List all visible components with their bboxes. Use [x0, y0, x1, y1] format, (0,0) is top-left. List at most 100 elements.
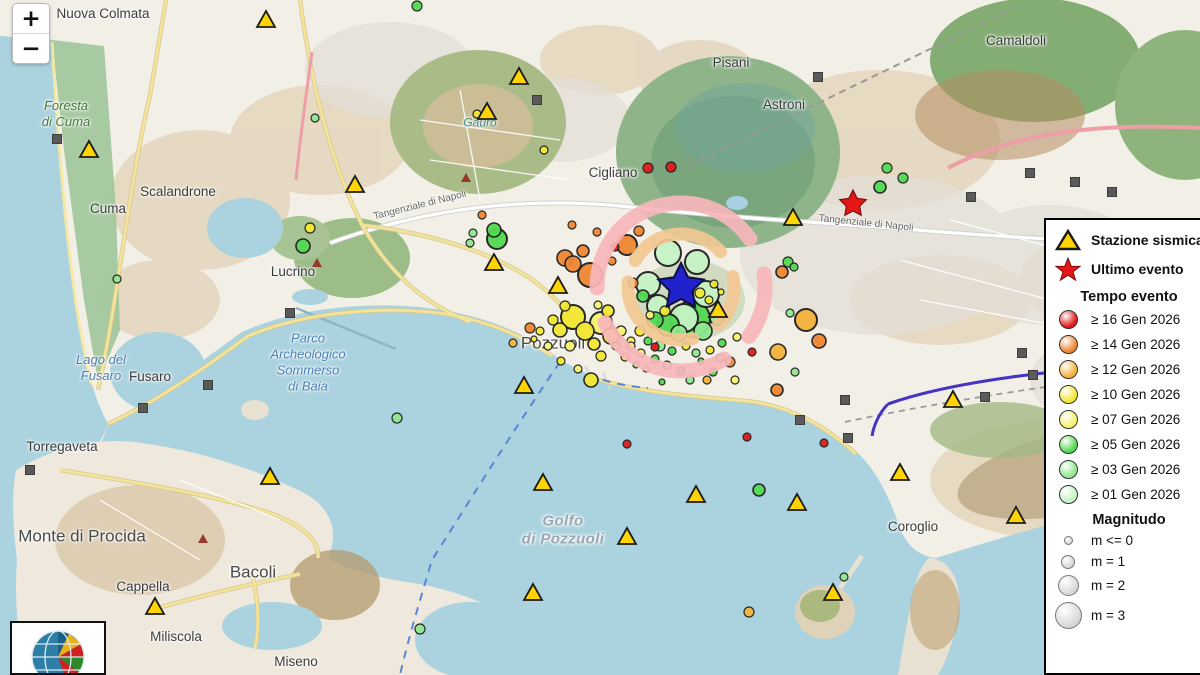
event-circle[interactable] [718, 339, 726, 347]
event-circle[interactable] [646, 311, 654, 319]
event-circle[interactable] [574, 365, 582, 373]
station-icon[interactable] [257, 11, 275, 27]
event-circle[interactable] [311, 114, 319, 122]
event-circle[interactable] [744, 607, 754, 617]
event-circle[interactable] [560, 301, 570, 311]
station-icon[interactable] [1007, 507, 1025, 523]
zoom-in-button[interactable]: + [13, 4, 49, 33]
event-circle[interactable] [584, 373, 598, 387]
station-square-icon [1029, 371, 1038, 380]
event-circle[interactable] [812, 334, 826, 348]
event-circle[interactable] [898, 173, 908, 183]
event-circle[interactable] [637, 290, 649, 302]
event-circle[interactable] [651, 343, 659, 351]
station-icon[interactable] [891, 464, 909, 480]
event-circle[interactable] [743, 433, 751, 441]
event-circle[interactable] [557, 357, 565, 365]
event-circle[interactable] [548, 315, 558, 325]
event-circle[interactable] [660, 306, 670, 316]
event-circle[interactable] [576, 322, 594, 340]
ingv-globe-icon [25, 623, 91, 675]
event-circle[interactable] [692, 349, 700, 357]
station-icon[interactable] [534, 474, 552, 490]
station-square-icon [1018, 349, 1027, 358]
station-icon[interactable] [485, 254, 503, 270]
event-circle[interactable] [731, 376, 739, 384]
station-icon[interactable] [515, 377, 533, 393]
station-icon[interactable] [788, 494, 806, 510]
event-circle[interactable] [820, 439, 828, 447]
event-circle[interactable] [733, 333, 741, 341]
event-circle[interactable] [415, 624, 425, 634]
station-icon[interactable] [784, 209, 802, 225]
event-circle[interactable] [531, 336, 537, 342]
event-circle[interactable] [536, 327, 544, 335]
event-circle[interactable] [509, 339, 517, 347]
event-circle[interactable] [594, 301, 602, 309]
event-circle[interactable] [748, 348, 756, 356]
event-circle[interactable] [392, 413, 402, 423]
event-circle[interactable] [305, 223, 315, 233]
last-event-star[interactable] [840, 190, 867, 215]
event-circle[interactable] [565, 341, 575, 351]
event-circle[interactable] [577, 245, 589, 257]
event-circle[interactable] [296, 239, 310, 253]
event-circle[interactable] [487, 223, 501, 237]
event-circle[interactable] [685, 250, 709, 274]
event-circle[interactable] [593, 228, 601, 236]
event-circle[interactable] [668, 347, 676, 355]
map[interactable]: Nuova ColmataForesta di CumaCumaScalandr… [0, 0, 1200, 675]
station-icon[interactable] [824, 584, 842, 600]
station-square-icon [204, 381, 213, 390]
event-circle[interactable] [540, 146, 548, 154]
station-icon[interactable] [261, 468, 279, 484]
event-circle[interactable] [695, 288, 705, 298]
event-circle[interactable] [469, 229, 477, 237]
event-circle[interactable] [882, 163, 892, 173]
event-circle[interactable] [525, 323, 535, 333]
event-circle[interactable] [710, 280, 718, 288]
event-circle[interactable] [478, 211, 486, 219]
event-circle[interactable] [791, 368, 799, 376]
event-circle[interactable] [706, 346, 714, 354]
event-circle[interactable] [544, 342, 552, 350]
event-circle[interactable] [588, 338, 600, 350]
event-circle[interactable] [776, 266, 788, 278]
event-circle[interactable] [786, 309, 794, 317]
event-circle[interactable] [770, 344, 786, 360]
event-circle[interactable] [795, 309, 817, 331]
event-circle[interactable] [412, 1, 422, 11]
station-icon[interactable] [510, 68, 528, 84]
station-icon[interactable] [944, 391, 962, 407]
event-circle[interactable] [659, 379, 665, 385]
event-circle[interactable] [568, 221, 576, 229]
station-icon[interactable] [524, 584, 542, 600]
event-circle[interactable] [466, 239, 474, 247]
station-icon[interactable] [478, 103, 496, 119]
event-circle[interactable] [718, 289, 724, 295]
event-circle[interactable] [666, 162, 676, 172]
time-circle-icon [1054, 460, 1082, 479]
event-circle[interactable] [623, 440, 631, 448]
event-circle[interactable] [643, 163, 653, 173]
legend-time-header: Tempo evento [1046, 289, 1200, 305]
event-circle[interactable] [113, 275, 121, 283]
event-circle[interactable] [840, 573, 848, 581]
station-icon[interactable] [346, 176, 364, 192]
event-circle[interactable] [771, 384, 783, 396]
event-circle[interactable] [790, 263, 798, 271]
event-circle[interactable] [634, 226, 644, 236]
station-icon[interactable] [618, 528, 636, 544]
event-circle[interactable] [596, 351, 606, 361]
legend-time-item: ≥ 10 Gen 2026 [1046, 382, 1200, 407]
station-icon[interactable] [146, 598, 164, 614]
station-icon[interactable] [80, 141, 98, 157]
zoom-out-button[interactable]: − [13, 34, 49, 63]
event-circle[interactable] [874, 181, 886, 193]
event-circle[interactable] [703, 376, 711, 384]
event-circle[interactable] [565, 256, 581, 272]
event-circle[interactable] [753, 484, 765, 496]
event-circle[interactable] [705, 296, 713, 304]
station-icon[interactable] [549, 277, 567, 293]
station-icon[interactable] [687, 486, 705, 502]
